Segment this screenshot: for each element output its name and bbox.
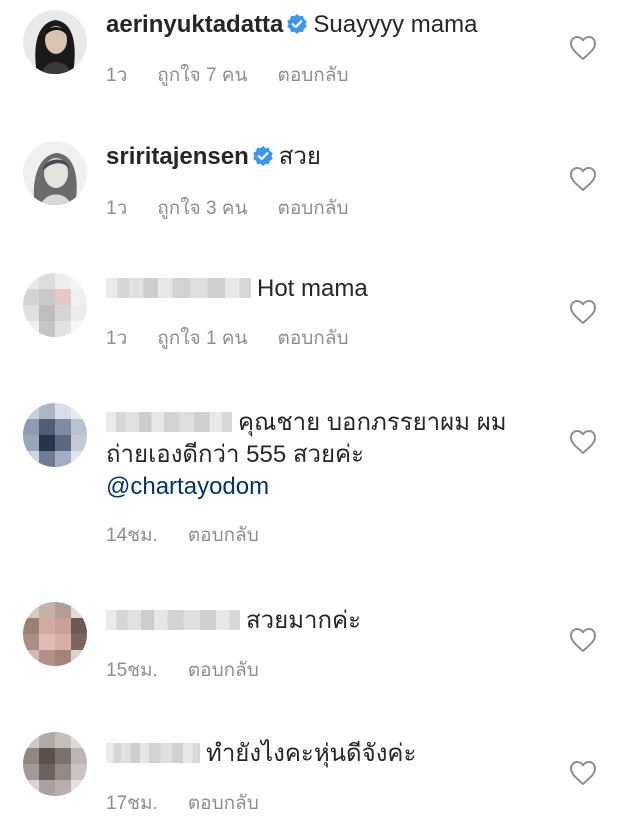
heart-outline-icon[interactable] <box>569 166 597 192</box>
reply-button[interactable]: ตอบกลับ <box>188 525 259 546</box>
verified-badge-icon <box>287 14 308 34</box>
comment-text-block: คุณชาย บอกภรรยาผม ผม ถ่ายเองดีกว่า 555 ส… <box>106 407 546 503</box>
heart-outline-icon[interactable] <box>569 429 597 455</box>
comment-username[interactable]: sriritajensen <box>106 143 249 170</box>
comment-time: 15ชม. <box>106 660 158 681</box>
avatar[interactable] <box>23 403 87 467</box>
heart-outline-icon[interactable] <box>569 627 597 653</box>
comment-username-blurred[interactable] <box>106 743 200 763</box>
reply-button[interactable]: ตอบกลับ <box>188 660 259 681</box>
avatar[interactable] <box>23 732 87 796</box>
comment-meta: 1ว ถูกใจ 3 คน ตอบกลับ <box>106 193 379 223</box>
comment-meta: 1ว ถูกใจ 1 คน ตอบกลับ <box>106 323 379 353</box>
comment-likes-link[interactable]: ถูกใจ 7 คน <box>157 65 247 86</box>
comment-meta: 17ชม. ตอบกลับ <box>106 788 289 818</box>
comment-meta: 1ว ถูกใจ 7 คน ตอบกลับ <box>106 60 379 90</box>
comment-likes-link[interactable]: ถูกใจ 3 คน <box>157 198 247 219</box>
comment-text: สวย <box>278 143 321 170</box>
comment-text: Hot mama <box>257 275 368 302</box>
comment-text-block: sriritajensen สวย <box>106 141 546 173</box>
comment-username-blurred[interactable] <box>106 412 232 432</box>
verified-badge-icon <box>252 146 273 166</box>
reply-button[interactable]: ตอบกลับ <box>278 65 349 86</box>
comment-meta: 14ชม. ตอบกลับ <box>106 520 289 550</box>
comment-text-block: สวยมากค่ะ <box>106 605 546 637</box>
mention-link[interactable]: @chartayodom <box>106 473 269 500</box>
avatar[interactable] <box>23 273 87 337</box>
comment-meta: 15ชม. ตอบกลับ <box>106 655 289 685</box>
comment-text-block: aerinyuktadatta Suayyyy mama <box>106 9 546 41</box>
avatar[interactable] <box>23 141 87 205</box>
heart-outline-icon[interactable] <box>569 35 597 61</box>
comment-time: 1ว <box>106 328 128 349</box>
reply-button[interactable]: ตอบกลับ <box>278 198 349 219</box>
avatar[interactable] <box>23 602 87 666</box>
comment-time: 1ว <box>106 198 128 219</box>
comment-time: 1ว <box>106 65 128 86</box>
comment-likes-link[interactable]: ถูกใจ 1 คน <box>157 328 247 349</box>
comment-text-block: ทำยังไงคะหุ่นดีจังค่ะ <box>106 738 546 770</box>
heart-outline-icon[interactable] <box>569 760 597 786</box>
comment-text: สวยมากค่ะ <box>246 607 361 634</box>
comment-username-blurred[interactable] <box>106 610 240 630</box>
reply-button[interactable]: ตอบกลับ <box>278 328 349 349</box>
reply-button[interactable]: ตอบกลับ <box>188 793 259 814</box>
comment-text: Suayyyy mama <box>313 11 478 38</box>
comment-username-blurred[interactable] <box>106 278 251 298</box>
comment-time: 17ชม. <box>106 793 158 814</box>
avatar[interactable] <box>23 10 87 74</box>
comment-username[interactable]: aerinyuktadatta <box>106 11 283 38</box>
comment-time: 14ชม. <box>106 525 158 546</box>
comment-text: ทำยังไงคะหุ่นดีจังค่ะ <box>206 740 417 767</box>
comment-text-block: Hot mama <box>106 273 546 305</box>
heart-outline-icon[interactable] <box>569 299 597 325</box>
